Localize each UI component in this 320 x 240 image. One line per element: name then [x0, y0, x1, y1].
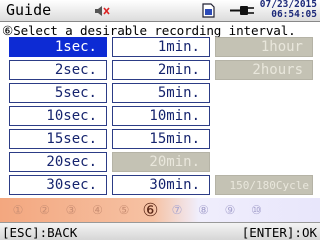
interval-option[interactable]: 10min.	[112, 106, 210, 126]
interval-option[interactable]: 30min.	[112, 175, 210, 195]
step-number: ⑩	[251, 203, 262, 217]
interval-option[interactable]: 15min.	[112, 129, 210, 149]
step-number: ⑥	[2, 23, 14, 38]
step-indicator: ③	[58, 200, 84, 220]
empty-cell	[215, 129, 313, 149]
step-indicator: ⑥	[138, 199, 164, 221]
interval-option[interactable]: 20sec.	[9, 152, 107, 172]
interval-option[interactable]: 2sec.	[9, 60, 107, 80]
interval-option[interactable]: 5sec.	[9, 83, 107, 103]
step-number: ⑨	[224, 203, 236, 217]
step-number: ⑦	[171, 203, 183, 217]
step-progress-bar: ① ② ③ ④ ⑤⑥⑦ ⑧ ⑨ ⑩	[0, 198, 320, 222]
step-indicator: ⑨	[217, 200, 243, 220]
empty-cell	[215, 83, 313, 103]
datetime-display: 07/23/2015 06:54:05	[260, 0, 317, 20]
interval-option[interactable]: 2min.	[112, 60, 210, 80]
interval-option: 150/180Cycle	[215, 175, 313, 195]
enter-ok-hint[interactable]: [ENTER]:OK	[242, 225, 317, 240]
step-indicator: ⑦	[164, 200, 190, 220]
step-number: ⑤	[118, 203, 130, 217]
step-indicator: ⑧	[191, 200, 217, 220]
step-number: ⑧	[198, 203, 209, 217]
step-number: ③	[65, 203, 77, 217]
step-indicator: ①	[5, 200, 31, 220]
interval-option[interactable]: 15sec.	[9, 129, 107, 149]
interval-grid: 1sec. 2sec. 5sec. 10sec. 15sec. 20sec. 30sec. 1…	[9, 37, 313, 196]
empty-cell	[215, 152, 313, 172]
interval-option[interactable]: 30sec.	[9, 175, 107, 195]
esc-back-hint[interactable]: [ESC]:BACK	[2, 225, 77, 240]
mute-speaker-icon	[95, 6, 110, 16]
interval-option[interactable]: 5min.	[112, 83, 210, 103]
title-bar: Guide 07/23/2015 06:54:05	[0, 0, 320, 22]
step-indicator: ④	[85, 200, 111, 220]
instruction-text: ⑥Select a desirable recording interval.	[2, 23, 320, 38]
instruction-message: Select a desirable recording interval.	[13, 23, 296, 38]
empty-cell	[215, 106, 313, 126]
ac-plug-icon	[230, 6, 254, 15]
screen-title: Guide	[6, 1, 52, 19]
footer-bar: [ESC]:BACK [ENTER]:OK	[0, 222, 320, 240]
step-indicator: ⑤	[111, 200, 137, 220]
interval-option: 1hour	[215, 37, 313, 57]
interval-option[interactable]: 10sec.	[9, 106, 107, 126]
step-indicator: ②	[32, 200, 58, 220]
interval-option: 2hours	[215, 60, 313, 80]
step-indicators: ① ② ③ ④ ⑤⑥⑦ ⑧ ⑨ ⑩	[5, 199, 317, 221]
interval-option[interactable]: 1sec.	[9, 37, 107, 57]
time-text: 06:54:05	[271, 9, 317, 20]
interval-option: 20min.	[112, 152, 210, 172]
step-indicator: ⑩	[244, 200, 270, 220]
step-number: ⑥	[142, 199, 159, 221]
step-number: ④	[92, 203, 103, 217]
interval-option[interactable]: 1min.	[112, 37, 210, 57]
step-number: ②	[39, 203, 50, 217]
step-number: ①	[12, 203, 24, 217]
sd-card-icon	[202, 3, 215, 18]
